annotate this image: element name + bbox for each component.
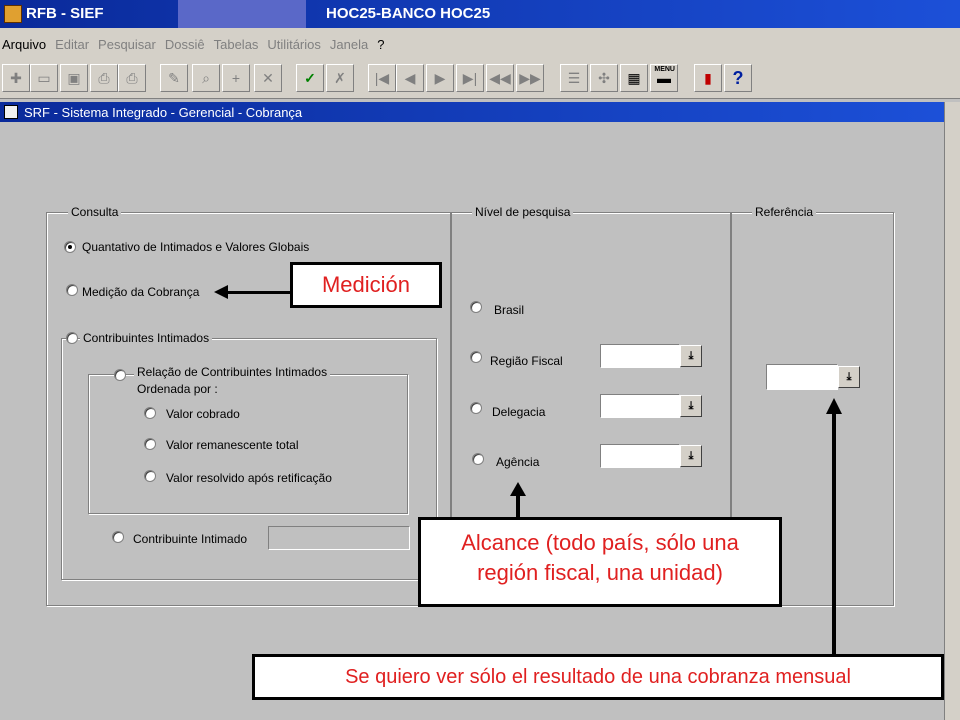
menu-bar: Arquivo Editar Pesquisar Dossiê Tabelas …	[0, 28, 960, 60]
database-title: HOC25-BANCO HOC25	[326, 5, 491, 22]
callout-alcance: Alcance (todo país, sólo una región fisc…	[418, 517, 782, 607]
radio-regiao[interactable]	[470, 351, 482, 363]
radio-contribuinte-intimado[interactable]	[112, 531, 124, 543]
radio-relacao[interactable]	[114, 369, 126, 381]
contribuinte-intimado-field[interactable]	[268, 526, 410, 550]
regiao-dropdown-button[interactable]: ⤓	[680, 345, 702, 367]
window-titlebar: RFB - SIEF HOC25-BANCO HOC25	[0, 0, 960, 28]
label-ordenada: Ordenada por :	[137, 382, 218, 396]
arrowhead-medicion	[214, 285, 228, 299]
referencia-dropdown-button[interactable]: ⤓	[838, 366, 860, 388]
edit-icon[interactable]: ✎	[160, 64, 188, 92]
callout-medicion: Medición	[290, 262, 442, 308]
label-valor-cobrado: Valor cobrado	[166, 407, 240, 421]
label-medicao: Medição da Cobrança	[82, 285, 200, 299]
vertical-scrollbar[interactable]	[944, 102, 960, 720]
last-record-icon[interactable]: ▶|	[456, 64, 484, 92]
label-valor-remanescente: Valor remanescente total	[166, 438, 299, 452]
label-delegacia: Delegacia	[492, 405, 546, 419]
callout-medicion-text: Medición	[321, 272, 411, 297]
label-agencia: Agência	[496, 455, 540, 469]
arrow-alcance	[516, 494, 520, 517]
tools-icon[interactable]: ✣	[590, 64, 618, 92]
menu-tabelas[interactable]: Tabelas	[214, 37, 259, 52]
radio-valor-resolvido[interactable]	[144, 470, 156, 482]
window-title: RFB - SIEF	[26, 5, 104, 22]
query-icon[interactable]: ⌕	[192, 64, 220, 92]
arrow-mensual	[832, 412, 836, 654]
regiao-select[interactable]	[600, 344, 680, 368]
arrow-down-icon: ⤓	[846, 370, 852, 383]
menu-pesquisar[interactable]: Pesquisar	[98, 37, 156, 52]
arrow-down-icon: ⤓	[688, 449, 694, 462]
menu-utilitarios[interactable]: Utilitários	[267, 37, 320, 52]
radio-contribuintes[interactable]	[66, 332, 78, 344]
menu-help[interactable]: ?	[377, 37, 384, 52]
open-icon[interactable]: ▭	[30, 64, 58, 92]
toolbar: ✚ ▭ ▣ ⎙ ⎙ ✎ ⌕ + ✕ ✓ ✗ |◀ ◀ ▶ ▶| ◀◀ ▶▶ ☰ …	[0, 60, 960, 99]
execute-query-icon[interactable]: ✓	[296, 64, 324, 92]
print-icon[interactable]: ⎙	[90, 64, 118, 92]
label-contribuintes: Contribuintes Intimados	[80, 331, 213, 345]
arrow-down-icon: ⤓	[688, 349, 694, 362]
label-regiao: Região Fiscal	[490, 354, 563, 368]
radio-valor-remanescente[interactable]	[144, 438, 156, 450]
label-relacao: Relação de Contribuintes Intimados	[134, 365, 331, 379]
window-icon[interactable]: ▦	[620, 64, 648, 92]
arrowhead-mensual	[826, 398, 842, 414]
exit-icon[interactable]: ▮	[694, 64, 722, 92]
label-valor-resolvido: Valor resolvido após retificação	[166, 471, 332, 485]
next-record-icon[interactable]: ▶	[426, 64, 454, 92]
next-set-icon[interactable]: ▶▶	[516, 64, 544, 92]
callout-mensual: Se quiero ver sólo el resultado de una c…	[252, 654, 944, 700]
menu-editar[interactable]: Editar	[55, 37, 89, 52]
consulta-legend: Consulta	[68, 205, 122, 219]
radio-quantitativo[interactable]	[64, 241, 76, 253]
add-icon[interactable]: +	[222, 64, 250, 92]
radio-delegacia[interactable]	[470, 402, 482, 414]
callout-alcance-line2: región fiscal, una unidad)	[477, 560, 723, 585]
previous-set-icon[interactable]: ◀◀	[486, 64, 514, 92]
radio-valor-cobrado[interactable]	[144, 407, 156, 419]
menu-icon[interactable]: MENU ▬	[650, 64, 678, 92]
cancel-query-icon[interactable]: ✗	[326, 64, 354, 92]
radio-brasil[interactable]	[470, 301, 482, 313]
menu-janela[interactable]: Janela	[330, 37, 368, 52]
radio-agencia[interactable]	[472, 453, 484, 465]
menu-badge: MENU	[654, 66, 675, 73]
label-brasil: Brasil	[494, 303, 525, 317]
java-app-icon	[4, 5, 22, 23]
delegacia-select[interactable]	[600, 394, 680, 418]
label-quantitativo: Quantativo de Intimados e Valores Globai…	[82, 240, 310, 254]
nivel-legend: Nível de pesquisa	[472, 205, 574, 219]
referencia-select[interactable]	[766, 364, 838, 390]
label-contribuinte-intimado: Contribuinte Intimado	[133, 532, 248, 546]
help-icon[interactable]: ?	[724, 64, 752, 92]
radio-medicao[interactable]	[66, 284, 78, 296]
callout-mensual-text: Se quiero ver sólo el resultado de una c…	[345, 666, 851, 688]
delegacia-dropdown-button[interactable]: ⤓	[680, 395, 702, 417]
arrow-medicion	[226, 291, 290, 294]
referencia-legend: Referência	[752, 205, 817, 219]
notepad-icon[interactable]: ☰	[560, 64, 588, 92]
form-title: SRF - Sistema Integrado - Gerencial - Co…	[24, 104, 303, 120]
form-icon	[4, 105, 18, 119]
form-titlebar: SRF - Sistema Integrado - Gerencial - Co…	[0, 102, 944, 122]
delete-icon[interactable]: ✕	[254, 64, 282, 92]
menu-arquivo[interactable]: Arquivo	[2, 37, 46, 52]
new-icon[interactable]: ✚	[2, 64, 30, 92]
previous-record-icon[interactable]: ◀	[396, 64, 424, 92]
agencia-select[interactable]	[600, 444, 680, 468]
print-preview-icon[interactable]: ⎙	[118, 64, 146, 92]
title-highlight-block	[178, 0, 306, 28]
arrow-down-icon: ⤓	[688, 399, 694, 412]
menu-dossie[interactable]: Dossiê	[165, 37, 205, 52]
agencia-dropdown-button[interactable]: ⤓	[680, 445, 702, 467]
save-icon[interactable]: ▣	[60, 64, 88, 92]
first-record-icon[interactable]: |◀	[368, 64, 396, 92]
arrowhead-alcance	[510, 482, 526, 496]
callout-alcance-line1: Alcance (todo país, sólo una	[461, 530, 739, 555]
